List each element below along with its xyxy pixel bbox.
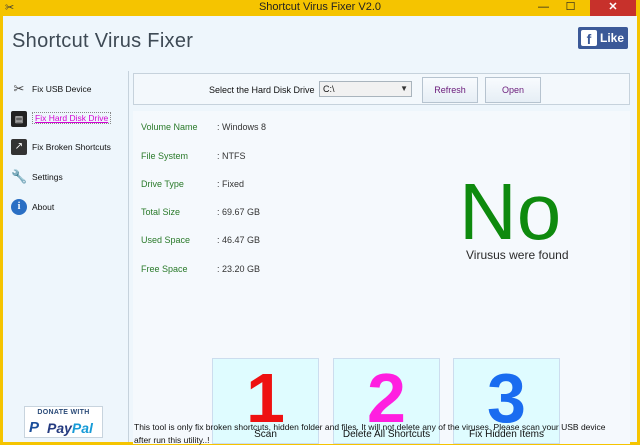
app-title: Shortcut Virus Fixer — [12, 30, 194, 52]
paypal-donate-button[interactable]: DONATE WITH P PayPal — [24, 406, 103, 438]
info-value: : Fixed — [217, 179, 245, 189]
info-value: : 46.47 GB — [217, 235, 261, 245]
info-label: File System — [141, 151, 189, 161]
info-value: : NTFS — [217, 151, 246, 161]
refresh-button[interactable]: Refresh — [422, 77, 478, 103]
info-value: : Windows 8 — [217, 122, 267, 132]
info-icon: i — [11, 199, 27, 215]
drive-toolbar: Select the Hard Disk Drive C:\ ▼ Refresh… — [133, 73, 630, 105]
scan-result-headline: No — [459, 167, 562, 256]
app-client-area: Shortcut Virus Fixer f Like ✂ Fix USB De… — [3, 16, 637, 445]
scan-result-caption: Virusus were found — [466, 248, 569, 262]
sidebar-item-label: About — [32, 202, 55, 212]
main-panel: Select the Hard Disk Drive C:\ ▼ Refresh… — [128, 71, 633, 445]
info-label: Total Size — [141, 207, 181, 217]
info-label: Free Space — [141, 264, 188, 274]
chevron-down-icon: ▼ — [400, 84, 408, 93]
window-titlebar: ✂ Shortcut Virus Fixer V2.0 — ☐ ✕ — [0, 0, 640, 16]
paypal-logo: PayPal — [47, 420, 93, 436]
drive-select[interactable]: C:\ ▼ — [319, 81, 412, 97]
close-button[interactable]: ✕ — [590, 0, 636, 16]
wrench-icon: 🔧 — [11, 169, 28, 184]
info-label: Volume Name — [141, 122, 198, 132]
donate-caption: DONATE WITH — [37, 409, 90, 416]
facebook-icon: f — [581, 30, 597, 47]
sidebar-item-label: Settings — [32, 172, 63, 182]
sidebar-item-label: Fix Broken Shortcuts — [32, 142, 111, 152]
sidebar-item-about[interactable]: i About — [8, 197, 128, 219]
facebook-like-button[interactable]: f Like — [578, 27, 628, 49]
sidebar-item-fix-hard-disk[interactable]: ▤ Fix Hard Disk Drive — [8, 109, 128, 131]
sidebar-item-settings[interactable]: 🔧 Settings — [8, 167, 128, 189]
sidebar-item-fix-broken-shortcuts[interactable]: ↗ Fix Broken Shortcuts — [8, 137, 128, 159]
info-label: Drive Type — [141, 179, 184, 189]
drive-select-label: Select the Hard Disk Drive — [209, 85, 315, 95]
sidebar-item-label: Fix Hard Disk Drive — [32, 112, 112, 124]
drive-info-panel: Volume Name : Windows 8 File System : NT… — [133, 111, 630, 444]
shortcut-icon: ↗ — [11, 139, 27, 155]
usb-icon: ✂ — [13, 81, 25, 96]
info-value: : 23.20 GB — [217, 264, 261, 274]
info-value: : 69.67 GB — [217, 207, 261, 217]
footer-note: This tool is only fix broken shortcuts, … — [134, 422, 606, 445]
like-label: Like — [600, 31, 625, 45]
sidebar-item-label: Fix USB Device — [32, 84, 92, 94]
paypal-icon: P — [29, 419, 40, 436]
sidebar-item-fix-usb[interactable]: ✂ Fix USB Device — [8, 79, 128, 101]
maximize-button[interactable]: ☐ — [557, 0, 584, 16]
open-button[interactable]: Open — [485, 77, 541, 103]
info-label: Used Space — [141, 235, 191, 245]
drive-select-value: C:\ — [323, 84, 335, 94]
minimize-button[interactable]: — — [530, 0, 557, 16]
hard-drive-icon: ▤ — [11, 111, 27, 127]
